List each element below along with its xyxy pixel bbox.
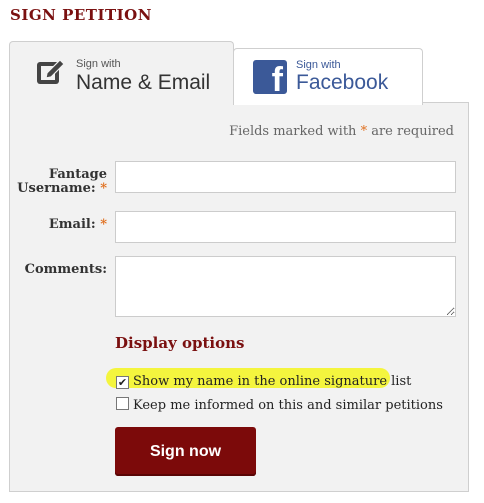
comments-field[interactable]	[115, 256, 456, 317]
display-options-title: Display options	[115, 334, 245, 352]
sign-now-button[interactable]: Sign now	[115, 427, 256, 476]
option-label: Keep me informed on this and similar pet…	[133, 398, 443, 413]
tab-subtitle: Sign with	[76, 58, 121, 70]
checkbox-show-name[interactable]: ✔	[116, 376, 129, 389]
tab-name-email[interactable]: Sign with Name & Email	[9, 41, 234, 104]
petition-form: Fields marked with * are required Fantag…	[9, 102, 469, 492]
page-title: SIGN PETITION	[10, 6, 152, 24]
checkbox-keep-informed[interactable]	[116, 397, 129, 410]
required-star: *	[360, 124, 368, 139]
required-note: Fields marked with * are required	[229, 124, 454, 139]
option-keep-informed[interactable]: Keep me informed on this and similar pet…	[116, 397, 443, 413]
email-label: Email: *	[48, 217, 107, 232]
pencil-icon	[37, 59, 65, 84]
tab-label: Facebook	[296, 71, 389, 94]
option-show-name[interactable]: ✔ Show my name in the online signature li…	[116, 374, 411, 389]
tab-subtitle: Sign with	[296, 59, 341, 71]
tab-facebook[interactable]: f Sign with Facebook	[233, 48, 423, 105]
comments-label: Comments:	[24, 262, 107, 277]
option-label: Show my name in the online signature lis…	[133, 374, 412, 389]
email-field[interactable]	[115, 211, 456, 243]
username-label: Fantage Username: *	[17, 167, 107, 196]
facebook-icon: f	[253, 60, 287, 94]
tab-label: Name & Email	[76, 71, 211, 94]
username-field[interactable]	[115, 161, 456, 193]
